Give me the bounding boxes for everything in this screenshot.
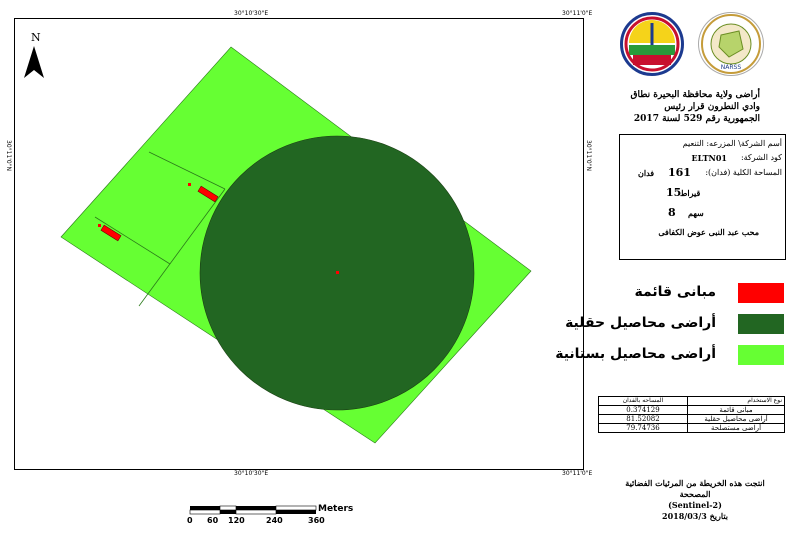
map-title: أراضى ولاية محافظة البحيرة نطاق وادي الن…: [620, 89, 761, 125]
table-cell-area: 0.374129: [598, 405, 688, 415]
building: [188, 183, 191, 186]
info-box: أسم الشركة\ المزرعه: التنعيم كود الشركة:…: [619, 134, 786, 260]
narss-logo: NARSS: [698, 12, 764, 76]
table-header-row: المساحه بالفدان نوع الاستخدام: [598, 396, 785, 406]
map-frame[interactable]: [14, 18, 584, 470]
table-cell-use: مبانى قائمة: [687, 405, 785, 415]
legend-label-orchard: أراضى محاصيل بستانية: [555, 346, 716, 362]
scale-unit: Meters: [318, 504, 354, 514]
company-code-value: ELTN01: [691, 153, 727, 163]
owner-name: محب عبد النبى عوض الكفافى: [658, 227, 759, 237]
scale-tick: 0: [187, 516, 193, 525]
title-line-1: أراضى ولاية محافظة البحيرة نطاق: [630, 90, 761, 100]
table-cell-use: أراضى محاصيل حقلية: [687, 414, 785, 424]
table-row: 79.74736 أراضى مستصلحة: [598, 423, 785, 433]
legend-label-buildings: مبانى قائمة: [634, 284, 717, 300]
coord-bottom-right: 30°11'0"E: [562, 470, 593, 477]
table-cell-area: 79.74736: [598, 423, 688, 433]
company-name: أسم الشركة\ المزرعه: التنعيم: [682, 139, 782, 148]
table-header-area: المساحه بالفدان: [598, 396, 688, 406]
building: [336, 271, 339, 274]
total-area-label: المساحة الكلية (فدان):: [705, 168, 782, 177]
source-line-1: انتجت هذه الخريطة من المرئيات الفضائية ا…: [625, 478, 765, 499]
table-row: 81.52082 أراضى محاصيل حقلية: [598, 414, 785, 424]
source-note: انتجت هذه الخريطة من المرئيات الفضائية ا…: [610, 478, 780, 522]
source-line-3: بتاريخ 2018/03/3: [662, 511, 728, 521]
sahm-unit: سهم: [688, 208, 704, 218]
scale-bar: Meters 0 60 120 240 360: [180, 504, 353, 533]
qirat-unit: قيراط: [680, 188, 701, 198]
feddan-unit: فدان: [638, 168, 655, 178]
building: [98, 224, 101, 227]
scale-tick: 120: [228, 516, 245, 525]
feddan-value: 161: [668, 166, 691, 179]
coord-right: 30°11'0"N: [585, 140, 592, 171]
scale-tick: 360: [308, 516, 325, 525]
title-line-3: الجمهورية رقم 529 لسنة 2017: [633, 114, 760, 124]
legend-swatch-orchard: [738, 345, 784, 365]
scale-tick: 60: [207, 516, 219, 525]
ministry-logo: [620, 12, 684, 76]
table-header-use: نوع الاستخدام: [687, 396, 785, 406]
source-line-2: (Sentinel-2): [668, 500, 722, 510]
north-arrow-icon: [24, 46, 44, 78]
map-canvas[interactable]: [15, 19, 583, 469]
scale-tick: 240: [266, 516, 283, 525]
table-cell-area: 81.52082: [598, 414, 688, 424]
table-row: 0.374129 مبانى قائمة: [598, 405, 785, 415]
legend-swatch-buildings: [738, 283, 784, 303]
legend-label-field-crops: أراضى محاصيل حقلية: [565, 315, 716, 331]
coord-top-right: 30°11'0"E: [562, 10, 593, 17]
sahm-value: 8: [668, 206, 676, 219]
title-line-2: وادي النطرون قرار رئيس: [664, 102, 760, 112]
coord-left: 30°11'0"N: [5, 140, 12, 171]
coord-top-left: 30°10'30"E: [234, 10, 269, 17]
company-code-label: كود الشركة:: [740, 153, 782, 162]
land-use-table: المساحه بالفدان نوع الاستخدام 0.374129 م…: [598, 396, 785, 433]
table-cell-use: أراضى مستصلحة: [687, 423, 785, 433]
coord-bottom-left: 30°10'30"E: [234, 470, 269, 477]
svg-text:NARSS: NARSS: [721, 64, 742, 71]
legend-swatch-field-crops: [738, 314, 784, 334]
